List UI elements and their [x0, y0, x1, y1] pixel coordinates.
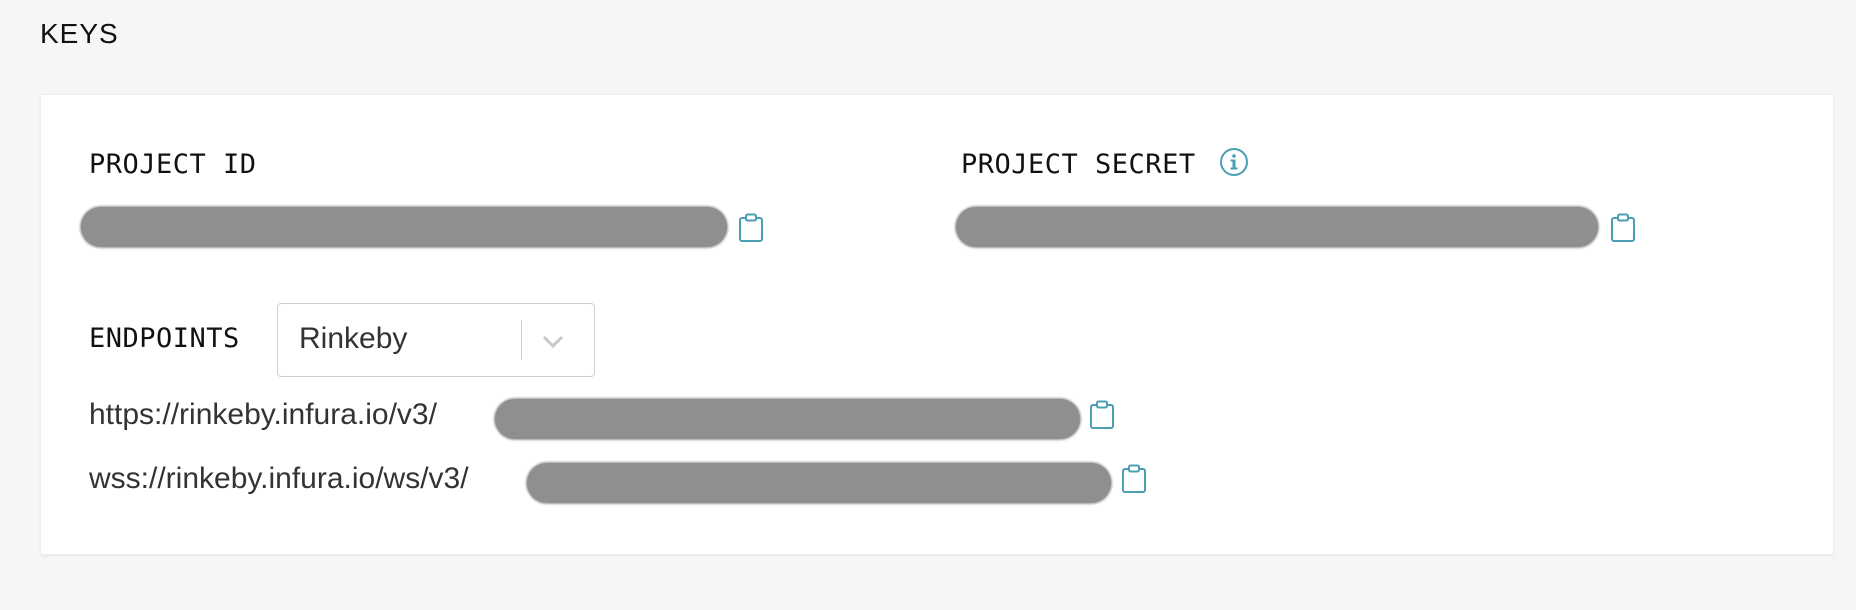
clipboard-icon[interactable] [1121, 464, 1147, 494]
network-select[interactable]: Rinkeby [277, 303, 595, 377]
https-endpoint-prefix: https://rinkeby.infura.io/v3/ [89, 398, 437, 431]
wss-endpoint-redacted-key [527, 463, 1111, 503]
project-secret-redacted-value [956, 207, 1598, 247]
keys-card: PROJECT ID PROJECT SECRET ENDPOINTS Rink… [40, 94, 1834, 555]
clipboard-icon[interactable] [1610, 213, 1636, 243]
endpoints-label: ENDPOINTS [89, 323, 240, 354]
wss-endpoint-prefix: wss://rinkeby.infura.io/ws/v3/ [89, 462, 469, 495]
clipboard-icon[interactable] [738, 213, 764, 243]
section-title: KEYS [40, 18, 119, 49]
project-secret-label: PROJECT SECRET [961, 149, 1196, 180]
info-icon[interactable] [1219, 147, 1249, 177]
project-id-label: PROJECT ID [89, 149, 257, 180]
project-id-redacted-value [81, 207, 727, 247]
select-divider [521, 320, 522, 360]
https-endpoint-redacted-key [495, 399, 1080, 439]
clipboard-icon[interactable] [1089, 400, 1115, 430]
network-select-value: Rinkeby [299, 322, 408, 355]
chevron-down-icon[interactable] [540, 329, 566, 353]
